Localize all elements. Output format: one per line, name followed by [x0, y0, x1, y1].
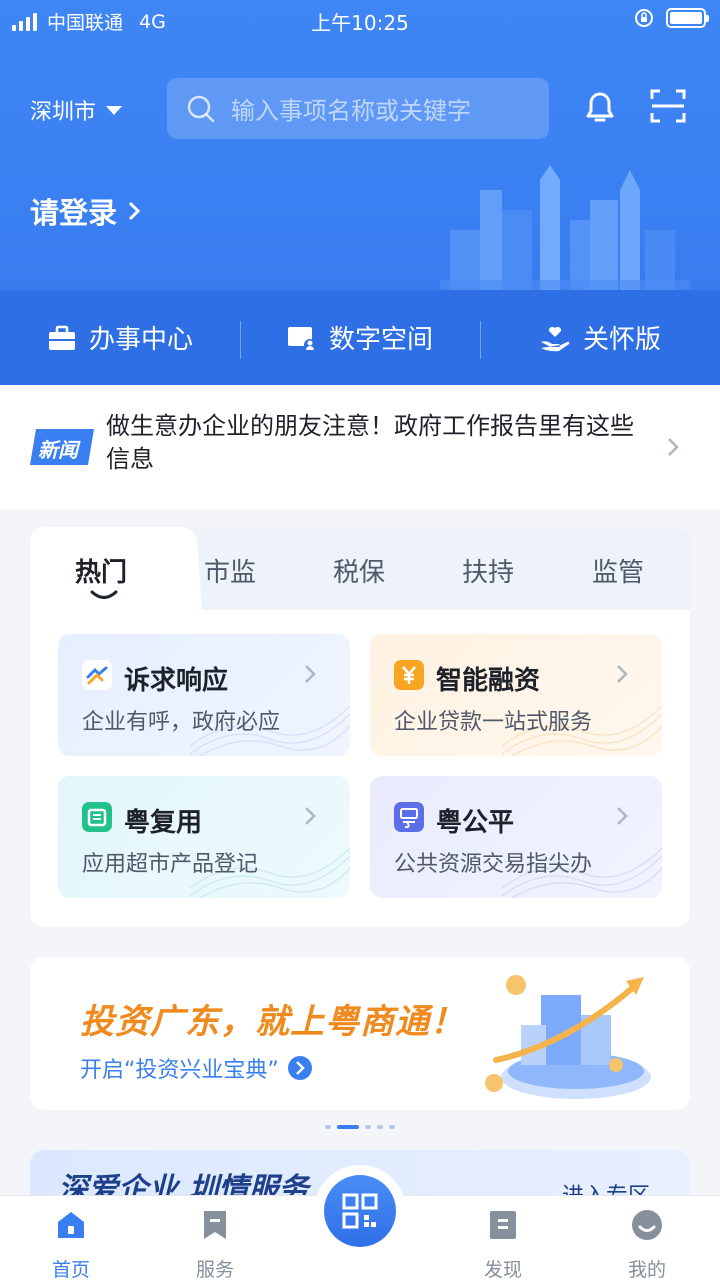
service-desc: 企业贷款一站式服务 [394, 710, 593, 735]
service-title: 粤公平 [436, 808, 515, 838]
banner-link-label: 开启“投资兴业宝典” [80, 1058, 279, 1083]
tab-hot[interactable]: 热门 [75, 552, 127, 589]
chevron-right-icon [305, 807, 316, 825]
service-desc: 应用超市产品登记 [82, 852, 259, 877]
tabbar-item-home[interactable]: 首页 [26, 1208, 116, 1280]
tabbar-label: 首页 [51, 1259, 90, 1280]
shop-icon [82, 802, 112, 832]
city-skyline-illustration [440, 165, 690, 290]
service-desc: 企业有呼，政府必应 [82, 710, 281, 735]
bookmark-icon [204, 1211, 226, 1239]
chevron-right-icon [128, 201, 141, 221]
tabbar-label: 发现 [483, 1259, 522, 1280]
login-label: 请登录 [30, 196, 118, 230]
id-card-icon [287, 326, 316, 351]
service-tile-appeal[interactable]: 诉求响应 企业有呼，政府必应 [58, 634, 350, 756]
search-icon [187, 95, 215, 122]
search-placeholder: 输入事项名称或关键字 [231, 97, 471, 125]
dropdown-icon [106, 105, 123, 115]
tabbar-item-profile[interactable]: 我的 [602, 1208, 692, 1280]
chevron-right-icon [305, 665, 316, 683]
tabbar-label: 服务 [195, 1259, 234, 1280]
discover-icon [490, 1211, 516, 1239]
quick-link-label: 数字空间 [328, 325, 433, 355]
chevron-right-icon [668, 438, 679, 456]
service-title: 粤复用 [124, 808, 203, 838]
service-tile-reuse[interactable]: 粤复用 应用超市产品登记 [58, 776, 350, 898]
quick-link-digital-space[interactable]: 数字空间 [240, 319, 480, 359]
service-desc: 公共资源交易指尖办 [394, 852, 593, 877]
city-selector[interactable]: 深圳市 [30, 94, 123, 126]
active-tab-indicator-icon [90, 590, 118, 599]
quick-link-label: 办事中心 [88, 325, 193, 355]
login-link[interactable]: 请登录 [30, 190, 141, 232]
carousel-indicator [0, 1125, 720, 1129]
tab-support[interactable]: 扶持 [462, 552, 514, 589]
invest-banner[interactable]: 投资广东，就上粤商通！ 开启“投资兴业宝典” [30, 957, 690, 1110]
profile-icon [632, 1210, 662, 1240]
header-hero: 中国联通 4G 上午10:25 深圳市 输入事项名称或关键字 请登录 办事中心 … [0, 0, 720, 385]
tab-regulation[interactable]: 监管 [592, 552, 644, 589]
battery-icon [666, 8, 709, 28]
orientation-lock-icon [635, 9, 653, 27]
care-hand-icon [540, 326, 570, 351]
briefcase-icon [48, 325, 75, 350]
news-tag-label: 新闻 [38, 438, 78, 462]
yue-icon [394, 802, 424, 832]
search-input[interactable]: 输入事项名称或关键字 [167, 78, 549, 139]
services-card: 热门 市监 税保 扶持 监管 诉求响应 企业有呼，政府必应 智能融资 企业贷款一… [30, 527, 690, 927]
service-tile-fairness[interactable]: 粤公平 公共资源交易指尖办 [370, 776, 662, 898]
arrow-circle-icon [287, 1056, 312, 1080]
chevron-right-icon [617, 665, 628, 683]
handshake-icon [82, 660, 112, 690]
qr-code-icon [342, 1193, 378, 1229]
scan-icon[interactable] [648, 86, 688, 126]
banner-slogan: 投资广东，就上粤商通！ [80, 1002, 465, 1042]
quick-link-care-mode[interactable]: 关怀版 [480, 319, 720, 359]
bell-icon[interactable] [580, 86, 620, 126]
status-bar: 中国联通 4G 上午10:25 [0, 0, 720, 40]
banner-link[interactable]: 开启“投资兴业宝典” [80, 1052, 313, 1084]
service-tile-financing[interactable]: 智能融资 企业贷款一站式服务 [370, 634, 662, 756]
news-headline[interactable]: 做生意办企业的朋友注意！政府工作报告里有这些信息 [106, 410, 656, 476]
tabbar-label: 我的 [627, 1259, 666, 1280]
tab-market-supervision[interactable]: 市监 [204, 552, 256, 589]
status-time: 上午10:25 [311, 11, 409, 35]
tab-tax-insurance[interactable]: 税保 [333, 552, 385, 589]
quick-link-label: 关怀版 [582, 325, 661, 355]
city-label: 深圳市 [30, 100, 97, 125]
yuan-icon [394, 660, 424, 690]
service-title: 诉求响应 [124, 666, 229, 696]
quick-links-bar: 办事中心 数字空间 关怀版 [0, 290, 720, 385]
service-title: 智能融资 [436, 666, 541, 696]
tabbar-item-services[interactable]: 服务 [170, 1208, 260, 1280]
qr-scan-button[interactable] [314, 1165, 406, 1257]
quick-link-service-center[interactable]: 办事中心 [0, 319, 240, 356]
tabbar-item-discover[interactable]: 发现 [458, 1208, 548, 1280]
building-illustration [485, 975, 651, 1099]
chevron-right-icon [617, 807, 628, 825]
home-icon [58, 1212, 84, 1238]
